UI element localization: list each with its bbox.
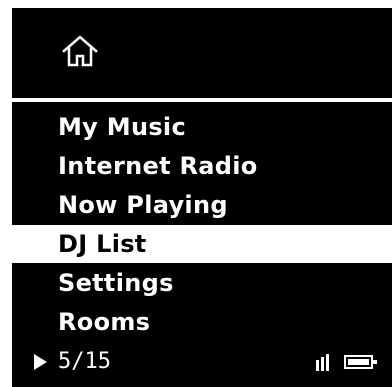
status-bar: 5/15 (12, 348, 392, 387)
menu-item-label: Now Playing (58, 191, 228, 219)
battery-icon (344, 355, 377, 369)
play-icon (34, 354, 47, 370)
home-icon[interactable] (60, 34, 100, 68)
menu-item-dj-list[interactable]: DJ List (12, 225, 392, 263)
header-divider (12, 98, 392, 102)
home-header (12, 8, 392, 98)
signal-icon (316, 354, 329, 371)
menu-item-settings[interactable]: Settings (12, 264, 392, 302)
menu-item-label: Settings (58, 269, 174, 297)
left-screen-border (0, 0, 12, 387)
menu-item-rooms[interactable]: Rooms (12, 303, 392, 341)
menu-item-internet-radio[interactable]: Internet Radio (12, 147, 392, 185)
menu-item-now-playing[interactable]: Now Playing (12, 186, 392, 224)
main-menu: My Music Internet Radio Now Playing DJ L… (12, 108, 392, 344)
device-screen: My Music Internet Radio Now Playing DJ L… (0, 0, 392, 387)
top-screen-border (0, 0, 392, 8)
menu-item-label: My Music (58, 113, 186, 141)
menu-item-label: Rooms (58, 308, 151, 336)
menu-item-label: Internet Radio (58, 152, 258, 180)
menu-item-my-music[interactable]: My Music (12, 108, 392, 146)
menu-item-label: DJ List (58, 230, 147, 258)
track-position: 5/15 (58, 349, 111, 374)
